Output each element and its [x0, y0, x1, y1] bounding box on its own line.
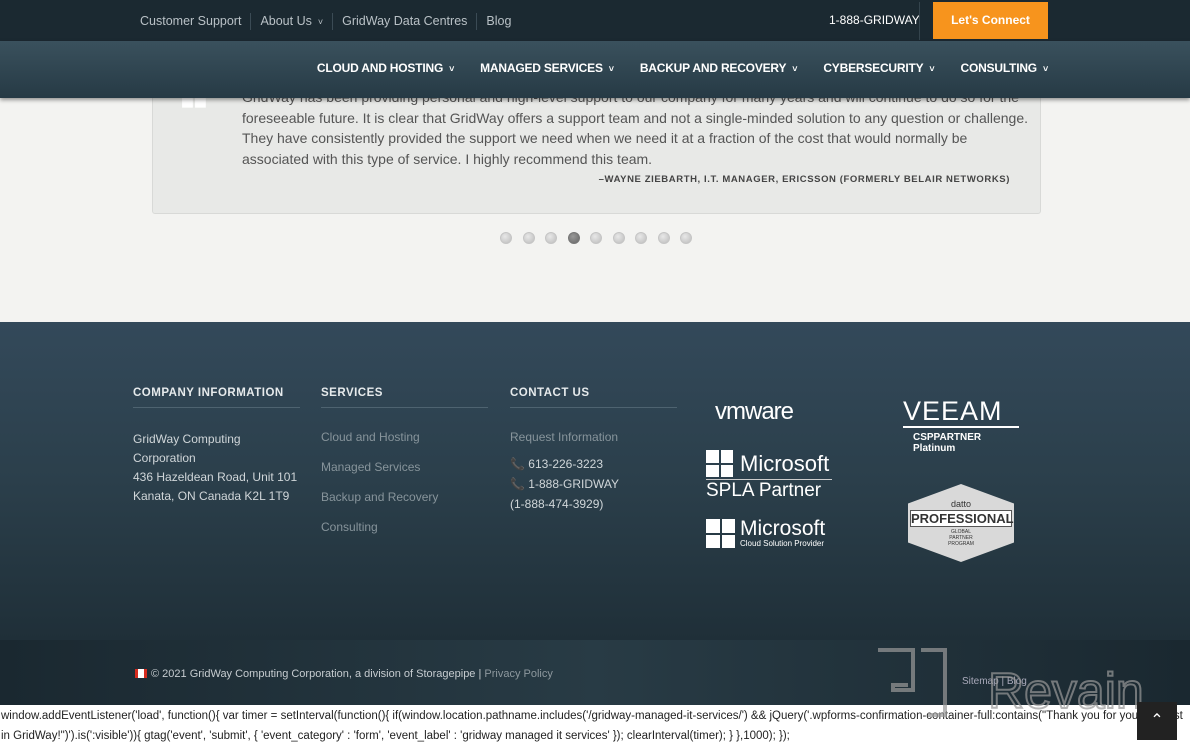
vmware-logo: vmware [715, 398, 794, 425]
chevron-down-icon: ˅ [929, 64, 935, 74]
raw-script-text: window.addEventListener('load', function… [0, 705, 1190, 753]
carousel-dot[interactable] [567, 232, 580, 244]
phone-number[interactable]: 1-888-GRIDWAY [829, 13, 920, 27]
company-name: GridWay Computing Corporation [133, 432, 241, 465]
customer-support-link[interactable]: Customer Support [140, 13, 250, 30]
windows-icon [706, 450, 733, 477]
windows-icon [706, 519, 735, 548]
contact-heading: CONTACT US [510, 387, 677, 408]
blog-link[interactable]: Blog [476, 13, 520, 30]
company-info-column: COMPANY INFORMATION GridWay Computing Co… [133, 387, 300, 506]
carousel-dots [500, 232, 692, 244]
about-us-label: About Us [260, 14, 312, 28]
carousel-dot[interactable] [657, 232, 670, 244]
veeam-logo: VEEAM CSPPARTNER Platinum [903, 396, 1019, 454]
chevron-down-icon: ˅ [608, 64, 614, 74]
nav-label: MANAGED SERVICES [480, 61, 603, 75]
carousel-dot[interactable] [612, 232, 625, 244]
carousel-dot[interactable] [545, 232, 557, 244]
service-link-consulting[interactable]: Consulting [321, 520, 488, 534]
phone-2-numeric: (1-888-474-3929) [510, 497, 604, 511]
carousel-dot[interactable] [522, 232, 535, 244]
phone-2-text: 1-888-GRIDWAY [528, 477, 619, 491]
lets-connect-button[interactable]: Let's Connect [933, 2, 1048, 39]
nav-managed-services[interactable]: MANAGED SERVICES ˅ [480, 61, 614, 75]
testimonial-author: –WAYNE ZIEBARTH, I.T. MANAGER, ERICSSON … [598, 174, 1010, 185]
veeam-tier: Platinum [913, 443, 956, 454]
bottom-bar: © 2021 GridWay Computing Corporation, a … [0, 640, 1190, 705]
phone-1-text: 613-226-3223 [528, 457, 604, 471]
phone-icon: 📞 [510, 457, 525, 471]
carousel-dot[interactable] [635, 232, 647, 244]
top-bar: Customer Support About Us ˅ GridWay Data … [0, 0, 1190, 41]
privacy-policy-link[interactable]: Privacy Policy [484, 668, 552, 680]
request-info-link[interactable]: Request Information [510, 430, 677, 444]
testimonial-card: ❝ GridWay has been providing personal an… [152, 80, 1041, 214]
datto-main: PROFESSIONAL [910, 510, 1014, 527]
top-links: Customer Support About Us ˅ GridWay Data … [140, 13, 520, 30]
testimonial-text: GridWay has been providing personal and … [242, 89, 1029, 167]
service-link-managed[interactable]: Managed Services [321, 460, 488, 474]
microsoft-spla-logo: Microsoft SPLA Partner [706, 450, 832, 502]
veeam-text: VEEAM [903, 396, 1019, 428]
about-us-link[interactable]: About Us ˅ [250, 13, 332, 30]
footer: COMPANY INFORMATION GridWay Computing Co… [0, 322, 1190, 640]
scroll-to-top-button[interactable]: ⌃ [1137, 702, 1177, 740]
nav-label: CYBERSECURITY [823, 61, 924, 75]
copyright-text: © 2021 GridWay Computing Corporation, a … [151, 668, 485, 680]
contact-column: CONTACT US Request Information 📞 613-226… [510, 387, 677, 514]
chevron-down-icon: ˅ [1042, 64, 1048, 74]
datto-sub: GLOBAL PARTNER PROGRAM [948, 529, 974, 547]
datto-badge: datto PROFESSIONAL GLOBAL PARTNER PROGRA… [908, 484, 1014, 562]
data-centres-link[interactable]: GridWay Data Centres [332, 13, 476, 30]
carousel-dot[interactable] [590, 232, 602, 244]
main-nav: CLOUD AND HOSTING ˅ MANAGED SERVICES ˅ BAC… [0, 41, 1190, 98]
nav-label: CLOUD AND HOSTING [316, 61, 444, 75]
microsoft-csp-logo: Microsoft Cloud Solution Provider [706, 517, 826, 548]
phone-2[interactable]: 📞 1-888-GRIDWAY [510, 474, 677, 494]
nav-label: CONSULTING [960, 61, 1037, 75]
spla-text: SPLA Partner [706, 479, 832, 502]
csp-text: Cloud Solution Provider [740, 539, 825, 548]
divider [919, 2, 920, 40]
nav-consulting[interactable]: CONSULTING ˅ [960, 61, 1048, 75]
nav-label: BACKUP AND RECOVERY [639, 61, 787, 75]
canada-flag-icon [135, 669, 147, 678]
company-info-heading: COMPANY INFORMATION [133, 387, 300, 408]
services-heading: SERVICES [321, 387, 488, 408]
phone-1[interactable]: 📞 613-226-3223 [510, 454, 677, 474]
service-link-backup[interactable]: Backup and Recovery [321, 490, 488, 504]
address-line: Kanata, ON Canada K2L 1T9 [133, 489, 290, 503]
phone-icon: 📞 [510, 477, 525, 491]
copyright: © 2021 GridWay Computing Corporation, a … [135, 668, 553, 680]
chevron-down-icon: ˅ [792, 64, 798, 74]
carousel-dot[interactable] [680, 232, 692, 244]
chevron-down-icon: ˅ [449, 64, 455, 74]
ms-text: Microsoft [740, 517, 826, 540]
datto-text: datto [950, 499, 972, 509]
service-link-cloud[interactable]: Cloud and Hosting [321, 430, 488, 444]
veeam-sub: CSPPARTNER [913, 432, 982, 443]
chevron-down-icon: ˅ [317, 17, 324, 27]
chevron-up-icon: ⌃ [1150, 712, 1164, 729]
services-column: SERVICES Cloud and Hosting Managed Servi… [321, 387, 488, 545]
carousel-dot[interactable] [500, 232, 512, 244]
nav-backup-recovery[interactable]: BACKUP AND RECOVERY ˅ [640, 61, 798, 75]
nav-cloud-hosting[interactable]: CLOUD AND HOSTING ˅ [317, 61, 454, 75]
ms-text: Microsoft [740, 450, 830, 476]
nav-cybersecurity[interactable]: CYBERSECURITY ˅ [823, 61, 934, 75]
address-line: 436 Hazeldean Road, Unit 101 [133, 470, 298, 484]
sitemap-blog-links[interactable]: Sitemap | Blog [962, 676, 1027, 687]
